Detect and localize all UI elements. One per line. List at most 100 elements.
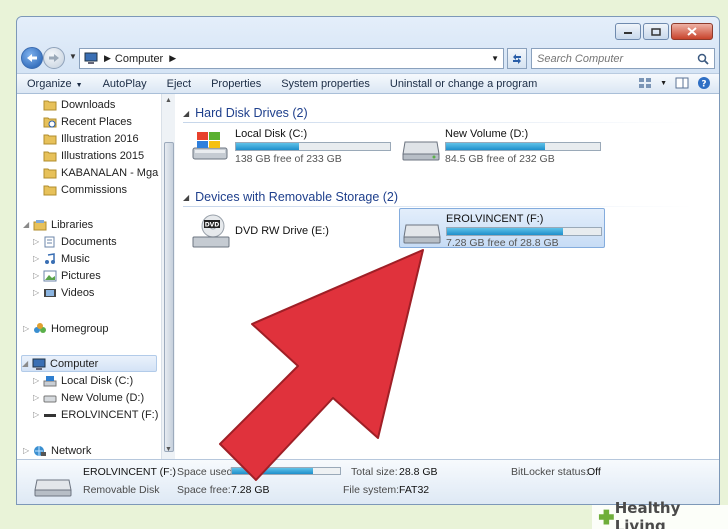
expand-arrow-icon[interactable]: ▷: [33, 288, 43, 297]
organize-menu[interactable]: Organize ▼: [17, 78, 93, 90]
breadcrumb-separator[interactable]: ▶: [104, 53, 111, 64]
collapse-arrow-icon[interactable]: ◢: [183, 109, 189, 118]
address-dropdown[interactable]: ▼: [491, 54, 499, 63]
sidebar-item-computer[interactable]: ◢ Computer: [21, 355, 157, 372]
back-button[interactable]: [21, 47, 43, 69]
group-divider: [183, 206, 693, 207]
change-view-icon[interactable]: [638, 77, 652, 89]
drive-dvd-rw-e[interactable]: DVD DVD RW Drive (E:): [191, 212, 397, 252]
preview-pane-icon[interactable]: [675, 77, 689, 89]
dvd-drive-icon: DVD: [192, 214, 230, 248]
recent-pages-dropdown[interactable]: ▼: [69, 52, 77, 61]
eject-button[interactable]: Eject: [157, 78, 201, 90]
scroll-down-icon[interactable]: ▼: [165, 446, 172, 453]
svg-text:DVD: DVD: [205, 222, 220, 229]
explorer-window: ▼ ▶ Computer ▶ ▼ Organize▼ AutoPlay Ejec…: [16, 16, 720, 505]
drive-new-volume-d[interactable]: New Volume (D:) 84.5 GB free of 232 GB: [401, 126, 607, 166]
sidebar-item-label: Music: [61, 252, 90, 265]
recent-places-icon: [43, 117, 57, 127]
sidebar-item-homegroup[interactable]: ▷ Homegroup: [23, 320, 108, 337]
expand-arrow-icon[interactable]: ◢: [22, 359, 32, 368]
drive-usage-bar: [446, 227, 602, 236]
videos-icon: [44, 288, 56, 297]
sidebar-item-label: Commissions: [61, 183, 128, 196]
uninstall-program-button[interactable]: Uninstall or change a program: [380, 78, 547, 90]
file-system-label: File system:: [343, 484, 400, 496]
forward-button[interactable]: [43, 47, 65, 69]
computer-icon: [32, 358, 46, 370]
sidebar-item-network[interactable]: ▷ Network: [23, 442, 91, 459]
sidebar-item-downloads[interactable]: Downloads: [43, 96, 115, 113]
drive-name: New Volume (D:): [445, 128, 529, 140]
system-properties-button[interactable]: System properties: [271, 78, 380, 90]
sidebar-item-label: Homegroup: [51, 322, 109, 335]
search-input[interactable]: [532, 52, 692, 65]
sidebar-item-local-disk-c[interactable]: ▷ Local Disk (C:): [33, 372, 133, 389]
removable-disk-icon: [34, 479, 72, 497]
minimize-icon: [624, 31, 632, 34]
sidebar-item-illustrations-2015[interactable]: Illustrations 2015: [43, 147, 144, 164]
drive-free-space: 84.5 GB free of 232 GB: [445, 153, 555, 165]
close-button[interactable]: [671, 23, 713, 40]
search-box[interactable]: [531, 48, 715, 69]
expand-arrow-icon[interactable]: ▷: [33, 393, 43, 402]
properties-button[interactable]: Properties: [201, 78, 271, 90]
bitlocker-value: Off: [587, 466, 601, 478]
breadcrumb-computer[interactable]: Computer: [115, 53, 163, 65]
refresh-button[interactable]: [507, 48, 527, 69]
scroll-up-icon[interactable]: ▲: [165, 97, 172, 104]
autoplay-button[interactable]: AutoPlay: [93, 78, 157, 90]
expand-arrow-icon[interactable]: ▷: [23, 446, 33, 455]
sidebar-item-libraries[interactable]: ◢ Libraries: [23, 216, 93, 233]
total-size-label: Total size:: [351, 466, 398, 478]
view-options-dropdown[interactable]: ▼: [660, 80, 667, 87]
expand-arrow-icon[interactable]: ▷: [33, 376, 43, 385]
sidebar-item-label: Computer: [50, 357, 99, 370]
expand-arrow-icon[interactable]: ▷: [33, 410, 43, 419]
sidebar-item-recent-places[interactable]: Recent Places: [43, 113, 132, 130]
space-free-value: 7.28 GB: [231, 484, 270, 496]
sidebar-item-music[interactable]: ▷ Music: [33, 250, 90, 267]
address-bar[interactable]: ▶ Computer ▶ ▼: [79, 48, 504, 69]
windows-drive-icon: [192, 132, 228, 160]
plus-logo-icon: [598, 509, 614, 525]
network-icon: [34, 445, 46, 456]
expand-arrow-icon[interactable]: ▷: [33, 271, 43, 280]
sidebar-item-illustration-2016[interactable]: Illustration 2016: [43, 130, 139, 147]
navigation-scrollbar[interactable]: ▲ ▼: [161, 94, 175, 459]
expand-arrow-icon[interactable]: ▷: [23, 324, 33, 333]
sidebar-item-label: Videos: [61, 286, 95, 299]
expand-arrow-icon[interactable]: ▷: [33, 237, 43, 246]
group-removable-storage[interactable]: ◢ Devices with Removable Storage (2): [183, 188, 693, 207]
minimize-button[interactable]: [615, 23, 641, 40]
collapse-arrow-icon[interactable]: ◢: [183, 193, 189, 202]
expand-arrow-icon[interactable]: ▷: [33, 254, 43, 263]
hard-drive-icon: [43, 395, 57, 402]
sidebar-item-documents[interactable]: ▷ Documents: [33, 233, 117, 250]
chevron-down-icon: ▼: [75, 81, 83, 89]
expand-arrow-icon[interactable]: ◢: [23, 220, 33, 229]
group-hard-disk-drives[interactable]: ◢ Hard Disk Drives (2): [183, 104, 693, 123]
breadcrumb-separator[interactable]: ▶: [169, 53, 176, 64]
sidebar-item-new-volume-d[interactable]: ▷ New Volume (D:): [33, 389, 144, 406]
drive-free-space: 7.28 GB free of 28.8 GB: [446, 237, 559, 249]
drive-erolvincent-f[interactable]: EROLVINCENT (F:) 7.28 GB free of 28.8 GB: [399, 208, 605, 249]
sidebar-item-label: Libraries: [51, 218, 94, 231]
sidebar-item-commissions[interactable]: Commissions: [43, 181, 127, 198]
sidebar-item-erolvincent-f[interactable]: ▷ EROLVINCENT (F:): [33, 406, 158, 423]
drive-name: DVD RW Drive (E:): [235, 225, 329, 237]
scrollbar-thumb[interactable]: [164, 142, 174, 452]
drive-free-space: 138 GB free of 233 GB: [235, 153, 342, 165]
maximize-button[interactable]: [643, 23, 669, 40]
drive-local-disk-c[interactable]: Local Disk (C:) 138 GB free of 233 GB: [191, 126, 397, 166]
title-bar: ▼ ▶ Computer ▶ ▼ Organize▼ AutoPlay Ejec…: [17, 17, 719, 94]
help-icon[interactable]: ?: [697, 76, 711, 90]
pictures-icon: [43, 270, 57, 281]
sidebar-item-videos[interactable]: ▷ Videos: [33, 284, 94, 301]
sidebar-item-label: Recent Places: [61, 115, 132, 128]
sidebar-item-pictures[interactable]: ▷ Pictures: [33, 267, 101, 284]
sidebar-item-kabanalan[interactable]: KABANALAN - Mga Fil: [43, 164, 173, 181]
svg-text:?: ?: [701, 80, 706, 90]
details-usage-bar: [231, 467, 341, 475]
search-icon[interactable]: [697, 53, 709, 65]
